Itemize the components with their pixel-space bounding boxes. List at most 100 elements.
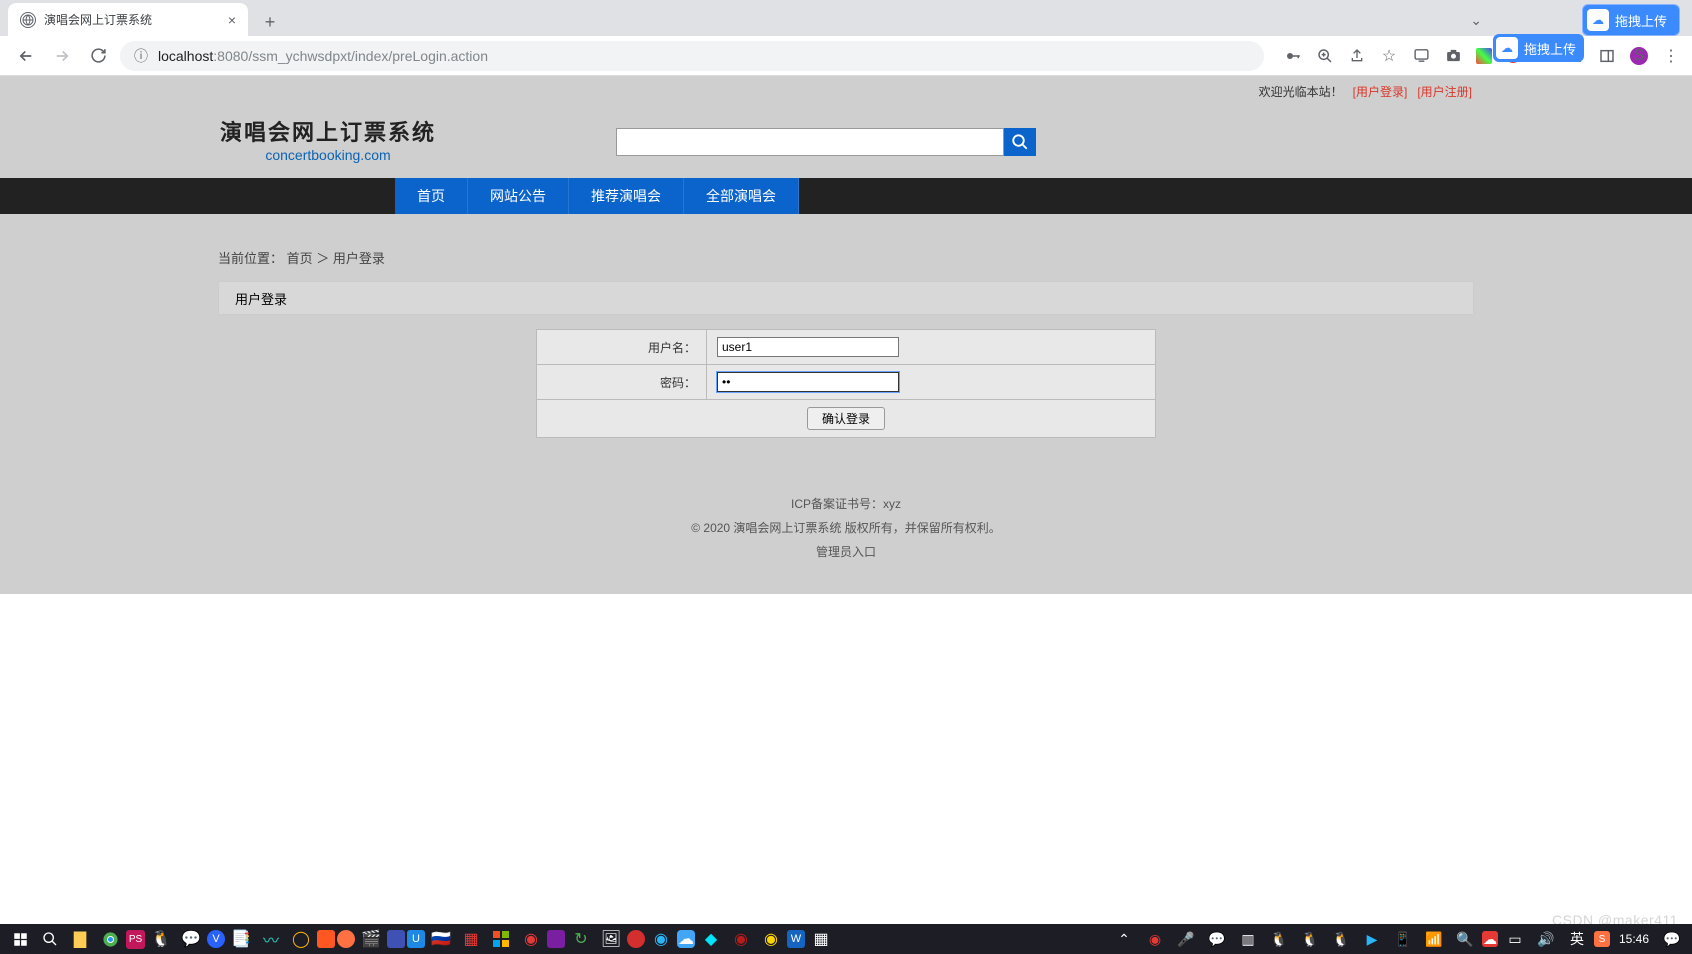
forward-button[interactable]	[48, 42, 76, 70]
close-icon[interactable]: ×	[228, 12, 236, 28]
tb-app-3[interactable]: 💬	[177, 925, 205, 953]
tb-app-23[interactable]: ◆	[697, 925, 725, 953]
tray-wifi-icon[interactable]: 📶	[1420, 925, 1448, 953]
tb-app-26[interactable]: W	[787, 930, 805, 948]
tb-app-27[interactable]: ▦	[807, 925, 835, 953]
welcome-text: 欢迎光临本站！	[1259, 83, 1343, 100]
tb-app-21[interactable]: ◉	[647, 925, 675, 953]
tray-volume-icon[interactable]: 🔊	[1532, 925, 1560, 953]
bookmark-star-icon[interactable]: ☆	[1380, 47, 1398, 65]
cloud-icon: ☁	[1496, 37, 1518, 59]
cloud-icon: ☁	[1587, 9, 1609, 31]
nav-recommend[interactable]: 推荐演唱会	[569, 178, 684, 214]
reload-button[interactable]	[84, 42, 112, 70]
new-tab-button[interactable]: +	[256, 8, 284, 36]
back-button[interactable]	[12, 42, 40, 70]
nav-all[interactable]: 全部演唱会	[684, 178, 799, 214]
admin-entry-link[interactable]: 管理员入口	[816, 545, 876, 559]
tb-app-20[interactable]	[627, 930, 645, 948]
share-icon[interactable]	[1348, 47, 1366, 65]
submit-button[interactable]: 确认登录	[807, 407, 885, 430]
tb-app-8[interactable]	[317, 930, 335, 948]
profile-avatar[interactable]: S	[1630, 47, 1648, 65]
tb-app-1[interactable]: PS	[126, 930, 145, 949]
tb-app-18[interactable]: ↻	[567, 925, 595, 953]
tb-app-2[interactable]: 🐧	[147, 925, 175, 953]
tray-app-3[interactable]: 🐧	[1296, 925, 1324, 953]
tray-app-4[interactable]: 🐧	[1327, 925, 1355, 953]
tray-ime[interactable]: 英	[1563, 925, 1591, 953]
tab-list-chevron-icon[interactable]: ⌄	[1470, 12, 1482, 29]
nav-announce[interactable]: 网站公告	[468, 178, 569, 214]
ext-colorpick-icon[interactable]	[1476, 48, 1492, 64]
tb-app-19[interactable]: 🖼	[597, 925, 625, 953]
site-info-icon[interactable]: ⓘ	[134, 46, 148, 66]
baidu-upload-second[interactable]: ☁ 拖拽上传	[1493, 34, 1584, 62]
site-top-strip: 欢迎光临本站！ [用户登录] [用户注册]	[0, 76, 1692, 106]
globe-icon	[20, 12, 36, 28]
tray-app-5[interactable]: ▶	[1358, 925, 1386, 953]
camera-icon[interactable]	[1444, 47, 1462, 65]
search-icon[interactable]	[36, 925, 64, 953]
url-text: localhost:8080/ssm_ychwsdpxt/index/preLo…	[158, 48, 488, 64]
baidu-upload-top[interactable]: ☁ 拖拽上传	[1582, 4, 1680, 36]
site-search-input[interactable]	[616, 128, 1004, 156]
tb-app-9[interactable]	[337, 930, 355, 948]
tray-app-2[interactable]: 🐧	[1265, 925, 1293, 953]
breadcrumb-current: 用户登录	[333, 251, 385, 266]
tray-mic-icon[interactable]: 🎤	[1172, 925, 1200, 953]
tb-app-16[interactable]: ◉	[517, 925, 545, 953]
tb-app-15[interactable]	[487, 925, 515, 953]
tray-time[interactable]: 15:46	[1619, 932, 1649, 946]
chrome-icon[interactable]	[96, 925, 124, 953]
site-search-button[interactable]	[1004, 128, 1036, 156]
tray-notifications-icon[interactable]: 💬	[1658, 925, 1686, 953]
tb-app-6[interactable]: 〰	[257, 925, 285, 953]
tab-title: 演唱会网上订票系统	[44, 11, 220, 28]
user-login-link[interactable]: [用户登录]	[1353, 83, 1408, 100]
breadcrumb-home[interactable]: 首页	[287, 251, 313, 266]
tb-app-12[interactable]: U	[407, 930, 425, 948]
tray-sogou-icon[interactable]: S	[1594, 931, 1610, 947]
address-bar[interactable]: ⓘ localhost:8080/ssm_ychwsdpxt/index/pre…	[120, 41, 1264, 71]
main-nav: 首页 网站公告 推荐演唱会 全部演唱会	[0, 178, 1692, 214]
tray-wechat-icon[interactable]: 💬	[1203, 925, 1231, 953]
tb-app-17[interactable]	[547, 930, 565, 948]
tb-app-24[interactable]: ◉	[727, 925, 755, 953]
tb-app-7[interactable]: ◯	[287, 925, 315, 953]
tray-search-icon[interactable]: 🔍	[1451, 925, 1479, 953]
tb-app-13[interactable]: 🇷🇺	[427, 925, 455, 953]
browser-tab[interactable]: 演唱会网上订票系统 ×	[8, 3, 248, 36]
start-button[interactable]	[6, 925, 34, 953]
login-form: 用户名： 密码： 确认登录	[536, 329, 1156, 438]
tray-app-1[interactable]: ▥	[1234, 925, 1262, 953]
site-footer: ICP备案证书号：xyz © 2020 演唱会网上订票系统 版权所有，并保留所有…	[218, 452, 1474, 594]
tb-app-22[interactable]: ☁	[677, 930, 695, 948]
username-input[interactable]	[717, 337, 899, 357]
tray-battery-icon[interactable]: ▭	[1501, 925, 1529, 953]
nav-home[interactable]: 首页	[395, 178, 468, 214]
tray-up-icon[interactable]: ⌃	[1110, 925, 1138, 953]
sidepanel-icon[interactable]	[1598, 47, 1616, 65]
user-register-link[interactable]: [用户注册]	[1417, 83, 1472, 100]
explorer-icon[interactable]: ▇	[66, 925, 94, 953]
password-input[interactable]	[717, 372, 899, 392]
tb-app-4[interactable]: V	[207, 930, 225, 948]
tb-app-10[interactable]: 🎬	[357, 925, 385, 953]
tray-phone-icon[interactable]: 📱	[1389, 925, 1417, 953]
tb-app-5[interactable]: 📑	[227, 925, 255, 953]
menu-kebab-icon[interactable]: ⋮	[1662, 47, 1680, 65]
tray-cloud-icon[interactable]: ☁	[1482, 931, 1498, 947]
zoom-icon[interactable]	[1316, 47, 1334, 65]
tb-app-14[interactable]: ▦	[457, 925, 485, 953]
site-logo[interactable]: 演唱会网上订票系统 concertbooking.com	[220, 120, 436, 163]
password-key-icon[interactable]	[1284, 47, 1302, 65]
footer-copyright: © 2020 演唱会网上订票系统 版权所有，并保留所有权利。	[218, 516, 1474, 540]
logo-cn: 演唱会网上订票系统	[220, 120, 436, 146]
tb-app-25[interactable]: ◉	[757, 925, 785, 953]
panel-title: 用户登录	[218, 281, 1474, 315]
tb-app-11[interactable]	[387, 930, 405, 948]
cast-icon[interactable]	[1412, 47, 1430, 65]
tray-rec-icon[interactable]: ◉	[1141, 925, 1169, 953]
windows-taskbar: ▇ PS 🐧 💬 V 📑 〰 ◯ 🎬 U 🇷🇺 ▦ ◉ ↻ 🖼 ◉ ☁ ◆ ◉ …	[0, 924, 1692, 954]
